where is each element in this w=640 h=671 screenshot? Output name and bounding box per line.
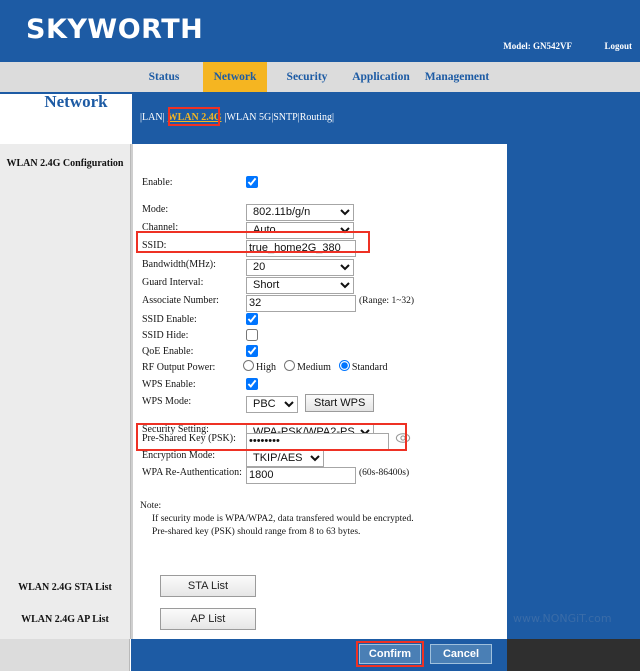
row-associate-number: Associate Number: (Range: 1~32)	[133, 293, 509, 312]
cancel-button[interactable]: Cancel	[430, 644, 492, 664]
row-psk: Pre-Shared Key (PSK):	[133, 430, 509, 450]
logout-link[interactable]: Logout	[604, 41, 632, 51]
row-enable: Enable:	[133, 175, 509, 191]
wps-mode-label: WPS Mode:	[142, 396, 192, 407]
ssid-hide-checkbox[interactable]	[246, 329, 258, 341]
encryption-mode-label: Encryption Mode:	[142, 450, 216, 461]
subnav-item-wlan24g[interactable]: WLAN 2.4G	[165, 112, 225, 123]
bandwidth-select[interactable]: 20	[246, 258, 354, 276]
wps-enable-label: WPS Enable:	[142, 379, 196, 390]
note-block: Note: If security mode is WPA/WPA2, data…	[140, 500, 414, 539]
row-qoe-enable: QoE Enable:	[133, 344, 509, 360]
subnav-item-sntp[interactable]: SNTP	[273, 112, 297, 123]
sidebar-item-wlan-config[interactable]: WLAN 2.4G Configuration	[0, 158, 130, 169]
mode-label: Mode:	[142, 204, 169, 215]
tab-security[interactable]: Security	[275, 62, 339, 92]
note-line-2: Pre-shared key (PSK) should range from 8…	[152, 527, 361, 537]
guard-interval-label: Guard Interval:	[142, 277, 204, 288]
ssid-enable-label: SSID Enable:	[142, 314, 197, 325]
channel-label: Channel:	[142, 222, 179, 233]
associate-number-label: Associate Number:	[142, 295, 219, 306]
sub-nav-bar: |LAN| WLAN 2.4G |WLAN 5G|SNTP|Routing|	[132, 92, 640, 144]
subnav-item-lan[interactable]: LAN	[142, 112, 163, 123]
bottom-dark-panel	[507, 639, 640, 671]
row-rf-output-power: RF Output Power: High Medium Standard	[133, 360, 509, 376]
tab-status[interactable]: Status	[133, 62, 195, 92]
row-encryption-mode: Encryption Mode: TKIP/AES	[133, 448, 509, 467]
mode-select[interactable]: 802.11b/g/n	[246, 203, 354, 221]
channel-select[interactable]: Auto	[246, 221, 354, 239]
row-guard-interval: Guard Interval: Short	[133, 275, 509, 294]
rf-power-option-medium[interactable]: Medium	[284, 360, 331, 373]
confirm-button[interactable]: Confirm	[359, 644, 421, 664]
wpa-reauth-label: WPA Re-Authentication:	[142, 467, 242, 478]
enable-label: Enable:	[142, 177, 173, 188]
row-ssid: SSID:	[133, 238, 509, 257]
subnav-sep-5: |	[331, 112, 334, 123]
page-title: Network	[44, 92, 108, 111]
row-wps-enable: WPS Enable:	[133, 377, 509, 393]
encryption-mode-select[interactable]: TKIP/AES	[246, 449, 324, 467]
sidebar-footer	[0, 639, 130, 671]
ssid-hide-label: SSID Hide:	[142, 330, 189, 341]
rf-output-power-label: RF Output Power:	[142, 362, 216, 373]
wpa-reauth-input[interactable]	[246, 466, 356, 484]
note-line-1: If security mode is WPA/WPA2, data trans…	[152, 514, 414, 524]
wlan-config-form: Enable: Mode: 802.11b/g/n Channel: Auto …	[131, 144, 507, 639]
tab-network[interactable]: Network	[203, 62, 267, 92]
qoe-enable-label: QoE Enable:	[142, 346, 194, 357]
sub-nav-list: |LAN| WLAN 2.4G |WLAN 5G|SNTP|Routing|	[140, 112, 334, 123]
ssid-enable-checkbox[interactable]	[246, 313, 258, 325]
left-sidebar: WLAN 2.4G Configuration WLAN 2.4G STA Li…	[0, 144, 131, 639]
rf-power-radio-high[interactable]	[243, 360, 254, 371]
associate-number-hint: (Range: 1~32)	[359, 296, 415, 306]
rf-power-radio-medium[interactable]	[284, 360, 295, 371]
associate-number-input[interactable]	[246, 294, 356, 312]
subnav-item-routing[interactable]: Routing	[300, 112, 332, 123]
rf-power-label-medium: Medium	[297, 362, 331, 373]
row-channel: Channel: Auto	[133, 220, 509, 239]
row-ssid-hide: SSID Hide:	[133, 328, 509, 344]
tab-application[interactable]: Application	[343, 62, 419, 92]
rf-power-label-standard: Standard	[351, 362, 388, 373]
main-tab-bar: Status Network Security Application Mana…	[0, 62, 640, 94]
row-wps-mode: WPS Mode: PBC Start WPS	[133, 394, 509, 413]
subnav-item-wlan5g[interactable]: WLAN 5G	[227, 112, 272, 123]
qoe-enable-checkbox[interactable]	[246, 345, 258, 357]
bandwidth-label: Bandwidth(MHz):	[142, 259, 216, 270]
right-blue-panel	[507, 144, 640, 639]
guard-interval-select[interactable]: Short	[246, 276, 354, 294]
rf-power-option-standard[interactable]: Standard	[338, 360, 388, 373]
rf-power-radio-standard[interactable]	[338, 360, 350, 371]
sidebar-item-sta-list[interactable]: WLAN 2.4G STA List	[0, 582, 130, 593]
row-bandwidth: Bandwidth(MHz): 20	[133, 257, 509, 276]
wps-enable-checkbox[interactable]	[246, 378, 258, 390]
rf-power-label-high: High	[256, 362, 276, 373]
model-label: Model: GN542VF	[503, 41, 572, 51]
app-header: SKYWORTH Model: GN542VF Logout	[0, 0, 640, 62]
tab-management[interactable]: Management	[415, 62, 499, 92]
wpa-reauth-hint: (60s-86400s)	[359, 468, 410, 478]
wps-mode-select[interactable]: PBC	[246, 395, 298, 413]
ap-list-button[interactable]: AP List	[160, 608, 256, 630]
ssid-label: SSID:	[142, 240, 167, 251]
note-title: Note:	[140, 501, 162, 511]
psk-label: Pre-Shared Key (PSK):	[142, 433, 236, 444]
enable-checkbox[interactable]	[246, 176, 258, 188]
sta-list-button[interactable]: STA List	[160, 575, 256, 597]
psk-input[interactable]	[246, 432, 389, 450]
eye-icon[interactable]	[395, 430, 411, 446]
brand-logo: SKYWORTH	[26, 14, 204, 45]
sidebar-item-ap-list[interactable]: WLAN 2.4G AP List	[0, 614, 130, 625]
rf-power-option-high[interactable]: High	[243, 360, 276, 373]
start-wps-button[interactable]: Start WPS	[305, 394, 375, 412]
ssid-input[interactable]	[246, 239, 356, 257]
row-wpa-reauth: WPA Re-Authentication: (60s-86400s)	[133, 465, 509, 484]
row-ssid-enable: SSID Enable:	[133, 312, 509, 328]
row-mode: Mode: 802.11b/g/n	[133, 202, 509, 221]
